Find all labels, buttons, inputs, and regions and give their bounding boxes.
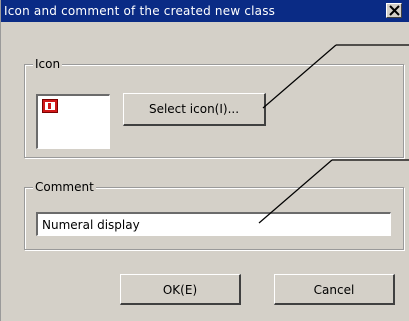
new-class-dialog: Icon and comment of the created new clas… (0, 0, 409, 321)
callout-lines (258, 44, 409, 224)
comment-callout (258, 159, 333, 224)
select-icon-callout (262, 44, 337, 109)
